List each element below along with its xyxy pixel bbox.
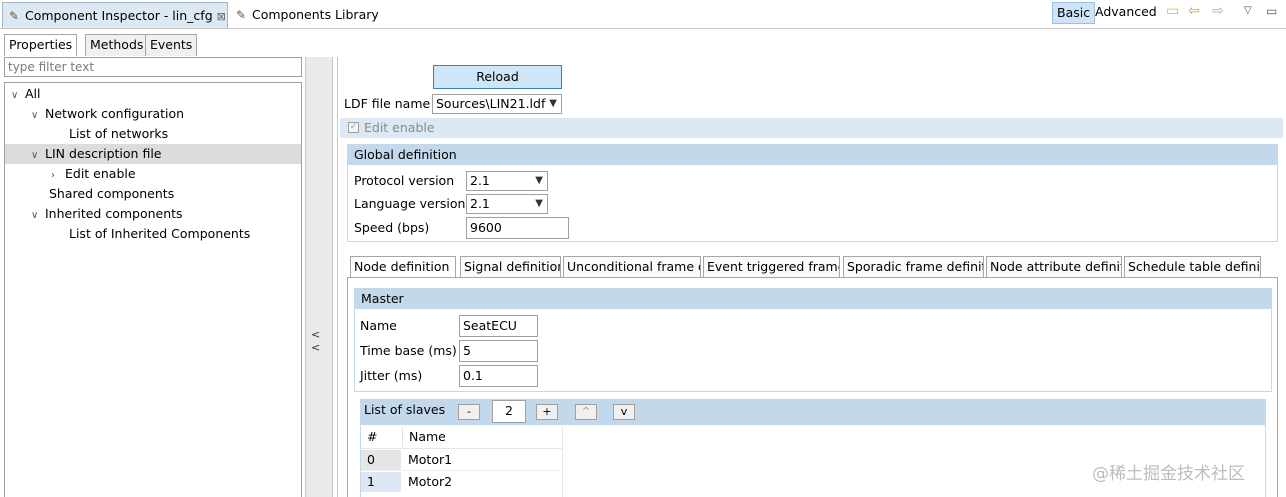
- slaves-increment-button[interactable]: +: [536, 404, 558, 420]
- tree-item-list-of-inherited[interactable]: List of Inherited Components: [69, 224, 250, 244]
- master-name-label: Name: [360, 318, 397, 333]
- ldf-file-label: LDF file name: [344, 96, 431, 111]
- slaves-title: List of slaves: [364, 402, 446, 417]
- tree-item-label: LIN description file: [45, 146, 162, 161]
- reload-button[interactable]: Reload: [433, 65, 562, 89]
- row-name-cell[interactable]: Motor1: [402, 450, 562, 470]
- tree-item-network-configuration[interactable]: ∨ Network configuration: [31, 104, 184, 124]
- ldf-file-select[interactable]: Sources\LIN21.ldf ▼: [432, 94, 562, 114]
- collapse-splitter[interactable]: < <: [305, 57, 333, 497]
- tree-item-label: Shared components: [49, 186, 175, 201]
- tab-event-triggered-frame[interactable]: Event triggered frame: [703, 256, 840, 278]
- row-index-cell[interactable]: 0: [361, 450, 401, 470]
- tree-item-label: Edit enable: [65, 166, 136, 181]
- tree-item-label: List of networks: [69, 126, 169, 141]
- basic-mode-button[interactable]: Basic: [1052, 2, 1096, 24]
- time-base-input[interactable]: 5: [459, 340, 538, 362]
- tab-component-inspector-label: Component Inspector - lin_cfg: [25, 8, 213, 23]
- collapse-label[interactable]: < <: [311, 328, 332, 354]
- slaves-decrement-button[interactable]: -: [458, 404, 480, 420]
- table-right-border: [562, 426, 563, 497]
- tree-item-shared-components[interactable]: Shared components: [49, 184, 174, 204]
- components-library-icon: ✎: [236, 8, 247, 22]
- expand-icon[interactable]: ∨: [11, 86, 25, 106]
- tree-item-label: List of Inherited Components: [69, 226, 251, 241]
- tree-item-label: Inherited components: [45, 206, 183, 221]
- chevron-down-icon: ▼: [549, 98, 557, 109]
- tree-item-edit-enable[interactable]: › Edit enable: [51, 164, 136, 184]
- tree-item-lin-description-file[interactable]: ∨ LIN description file: [5, 144, 301, 164]
- master-title: Master: [355, 289, 1271, 309]
- chevron-down-icon: ▼: [535, 198, 543, 209]
- slaves-table: # Name 0 Motor1 1 Motor2: [361, 426, 563, 497]
- minimize-icon[interactable]: ▭: [1266, 4, 1277, 18]
- advanced-mode-button[interactable]: Advanced: [1091, 2, 1161, 24]
- row-name-cell[interactable]: Motor2: [402, 472, 562, 492]
- tab-node-definition[interactable]: Node definition: [350, 256, 456, 278]
- time-base-label: Time base (ms): [360, 343, 457, 358]
- row-divider: [361, 470, 563, 471]
- tab-events[interactable]: Events: [145, 34, 198, 56]
- global-definition-title: Global definition: [348, 145, 1277, 165]
- row-index-cell[interactable]: 1: [361, 472, 401, 492]
- protocol-version-select[interactable]: 2.1 ▼: [466, 171, 548, 191]
- edit-enable-row: ✓ Edit enable: [340, 118, 1283, 138]
- tab-unconditional-frame[interactable]: Unconditional frame d: [563, 256, 701, 278]
- tab-signal-definition[interactable]: Signal definition: [460, 256, 561, 278]
- tree-item-inherited-components[interactable]: ∨ Inherited components: [31, 204, 183, 224]
- language-version-label: Language version: [354, 196, 466, 211]
- close-tab-icon[interactable]: ⊠: [217, 10, 226, 23]
- move-up-button[interactable]: ^: [575, 404, 597, 420]
- back-arrow-icon[interactable]: ⇦: [1188, 3, 1200, 19]
- note-icon[interactable]: ▭: [1166, 3, 1179, 19]
- forward-arrow-icon[interactable]: ⇨: [1212, 3, 1224, 19]
- protocol-version-label: Protocol version: [354, 173, 455, 188]
- jitter-label: Jitter (ms): [360, 368, 423, 383]
- header-divider: [361, 448, 563, 449]
- speed-label: Speed (bps): [354, 220, 430, 235]
- tree-item-label: Network configuration: [45, 106, 185, 121]
- tab-components-library-label: Components Library: [252, 7, 379, 22]
- tab-components-library[interactable]: ✎ Components Library: [230, 2, 380, 28]
- protocol-version-value: 2.1: [470, 173, 490, 188]
- master-name-input[interactable]: SeatECU: [459, 315, 538, 337]
- view-menu-icon[interactable]: ▽: [1244, 5, 1252, 16]
- column-header-name[interactable]: Name: [402, 427, 562, 447]
- tab-properties[interactable]: Properties: [4, 34, 78, 56]
- speed-input[interactable]: 9600: [466, 217, 569, 239]
- chevron-down-icon: ▼: [535, 175, 543, 186]
- tree-item-all[interactable]: ∨ All: [11, 84, 41, 104]
- language-version-select[interactable]: 2.1 ▼: [466, 194, 548, 214]
- filter-input[interactable]: type filter text: [4, 57, 302, 77]
- property-tree: ∨ All ∨ Network configuration List of netw…: [4, 82, 302, 497]
- edit-enable-checkbox[interactable]: ✓: [348, 122, 359, 133]
- collapse-icon[interactable]: ›: [51, 166, 65, 186]
- expand-icon[interactable]: ∨: [31, 146, 45, 166]
- jitter-input[interactable]: 0.1: [459, 365, 538, 387]
- editor-tab-bar: ✎ Component Inspector - lin_cfg ⊠ ✎ Compone…: [0, 0, 1286, 29]
- tab-methods[interactable]: Methods: [85, 34, 149, 56]
- tab-component-inspector[interactable]: ✎ Component Inspector - lin_cfg ⊠: [2, 2, 228, 28]
- tab-node-attribute[interactable]: Node attribute definiti: [986, 256, 1122, 278]
- column-header-index[interactable]: #: [361, 427, 401, 447]
- ldf-file-value: Sources\LIN21.ldf: [436, 96, 546, 111]
- language-version-value: 2.1: [470, 196, 490, 211]
- expand-icon[interactable]: ∨: [31, 206, 45, 226]
- move-down-button[interactable]: v: [613, 404, 635, 420]
- slaves-count-input[interactable]: 2: [492, 400, 526, 423]
- expand-icon[interactable]: ∨: [31, 106, 45, 126]
- tree-item-all-label: All: [25, 86, 41, 101]
- edit-enable-label: Edit enable: [364, 120, 435, 135]
- watermark: @稀土掘金技术社区: [1092, 464, 1245, 484]
- tab-schedule-table[interactable]: Schedule table definiti: [1124, 256, 1261, 278]
- tab-sporadic-frame[interactable]: Sporadic frame definiti: [843, 256, 984, 278]
- component-inspector-icon: ✎: [9, 9, 20, 23]
- tree-item-list-of-networks[interactable]: List of networks: [69, 124, 168, 144]
